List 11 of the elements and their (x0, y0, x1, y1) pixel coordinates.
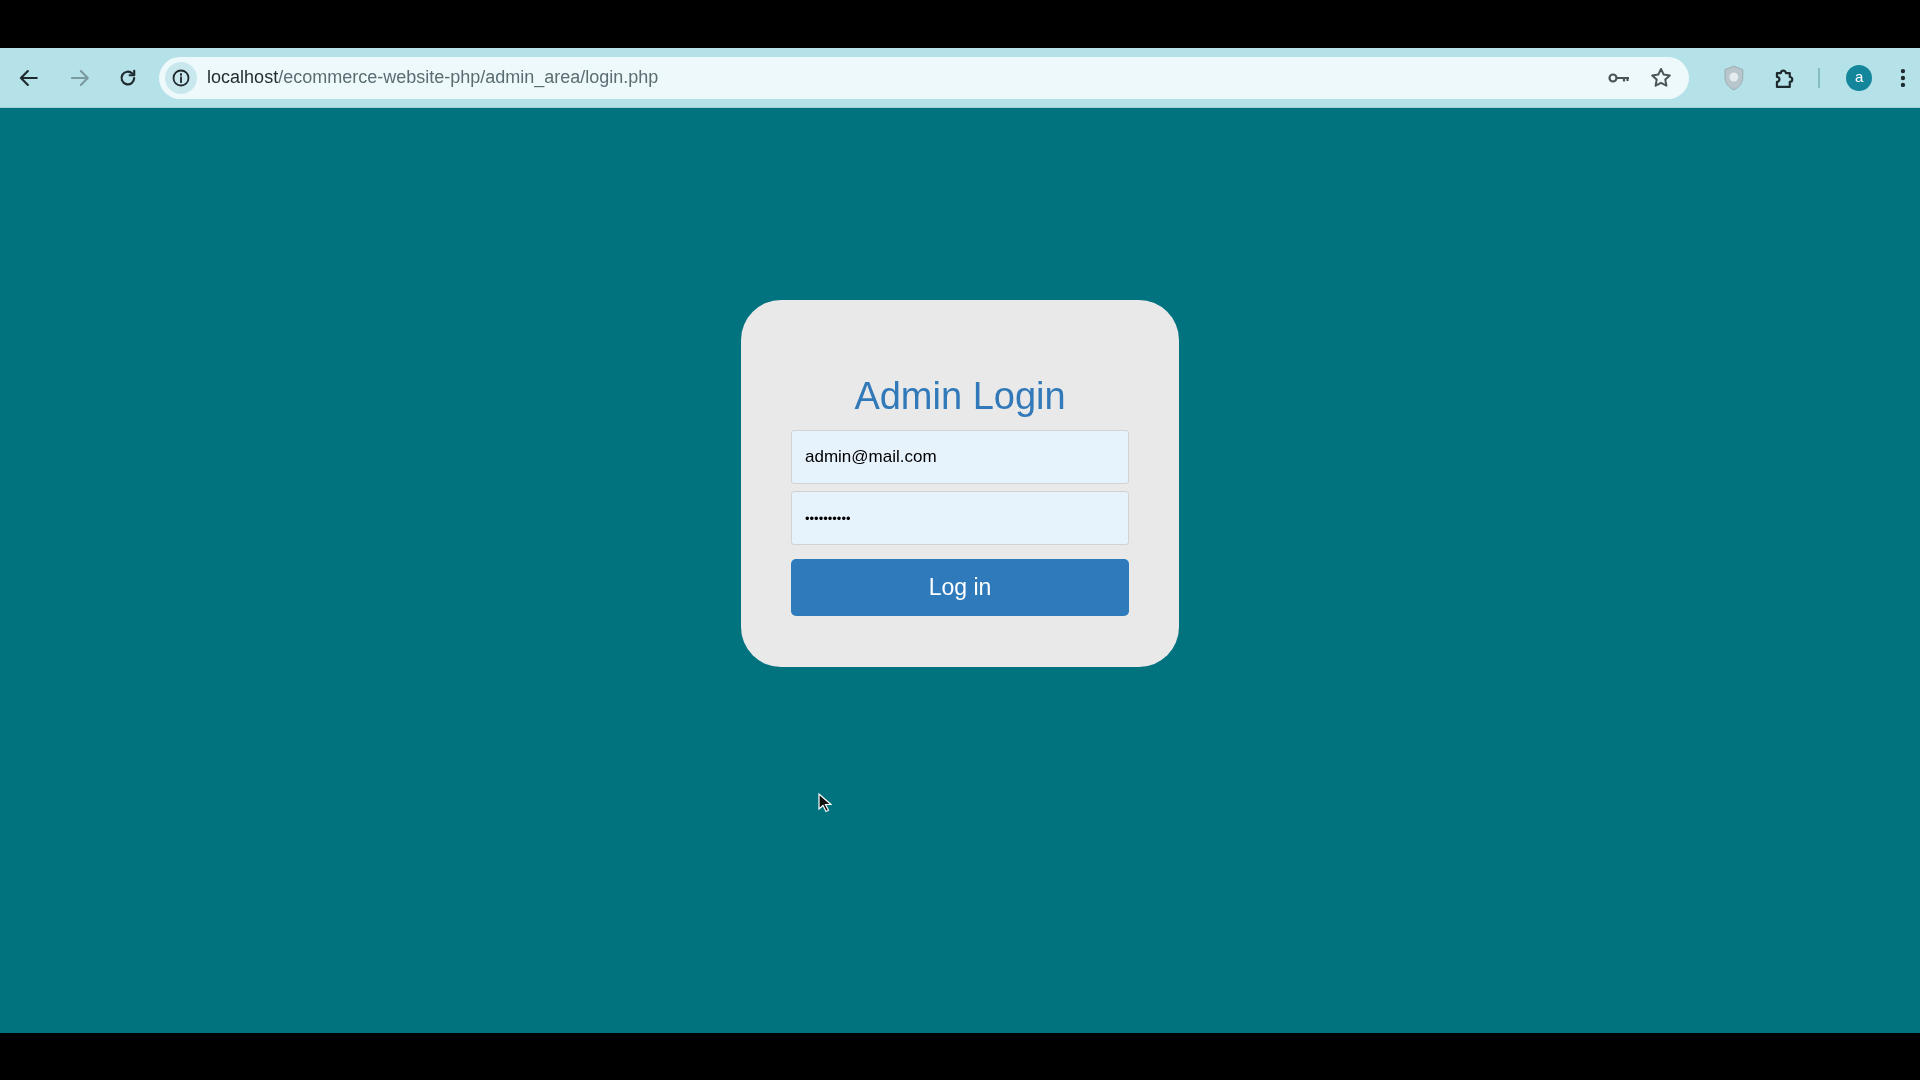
site-info-icon[interactable] (165, 61, 198, 94)
profile-avatar[interactable]: a (1846, 64, 1873, 91)
password-field[interactable]: •••••••••• (791, 491, 1129, 545)
login-button[interactable]: Log in (791, 559, 1129, 616)
url-text[interactable]: localhost/ecommerce-website-php/admin_area/login.php (207, 64, 659, 91)
address-bar[interactable]: localhost/ecommerce-website-php/admin_area/login.php (159, 56, 1690, 99)
login-title: Admin Login (854, 374, 1066, 418)
star-icon[interactable] (1649, 65, 1674, 90)
menu-icon[interactable] (1900, 67, 1906, 88)
email-field[interactable]: admin@mail.com (791, 430, 1129, 484)
mouse-cursor-icon (818, 793, 832, 813)
